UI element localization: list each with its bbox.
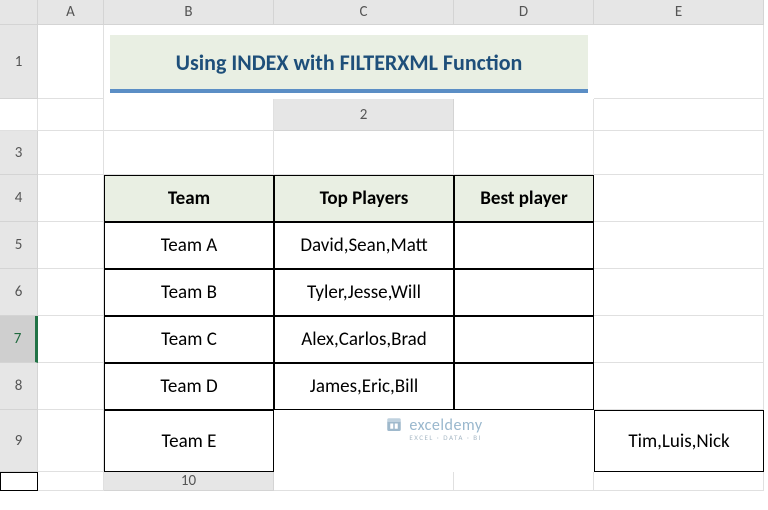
- row-header-3[interactable]: 3: [0, 131, 38, 175]
- cell[interactable]: [38, 363, 104, 410]
- table-row[interactable]: [0, 472, 38, 491]
- page-title: Using INDEX with FILTERXML Function: [176, 49, 523, 76]
- table-row[interactable]: Team A: [104, 222, 274, 269]
- cell[interactable]: [38, 131, 104, 175]
- row-header-4[interactable]: 4: [0, 175, 38, 222]
- cell[interactable]: [38, 99, 104, 131]
- table-row[interactable]: Team D: [104, 363, 274, 410]
- table-row[interactable]: Tim,Luis,Nick: [594, 410, 764, 472]
- col-header-E[interactable]: E: [594, 0, 764, 25]
- cell[interactable]: [104, 99, 274, 131]
- brand-watermark: exceldemy EXCEL · DATA · BI: [274, 410, 594, 472]
- row-header-7[interactable]: 7: [0, 316, 38, 363]
- table-row[interactable]: Team E: [104, 410, 274, 472]
- table-row[interactable]: Team C: [104, 316, 274, 363]
- cell[interactable]: [594, 175, 764, 222]
- col-header-A[interactable]: A: [38, 0, 104, 25]
- table-header-top-players[interactable]: Top Players: [274, 175, 454, 222]
- cell[interactable]: [38, 472, 104, 491]
- brand-icon: [385, 416, 403, 434]
- brand-tag: EXCEL · DATA · BI: [409, 433, 482, 442]
- cell[interactable]: [38, 222, 104, 269]
- table-row[interactable]: James,Eric,Bill: [274, 363, 454, 410]
- cell[interactable]: [38, 410, 104, 472]
- table-row[interactable]: Tyler,Jesse,Will: [274, 269, 454, 316]
- cell[interactable]: [38, 25, 104, 99]
- col-header-B[interactable]: B: [104, 0, 274, 25]
- spreadsheet-grid: A B C D E 1 2 Using INDEX with FILTERXML…: [0, 0, 768, 491]
- cell[interactable]: [454, 131, 594, 175]
- table-header-team[interactable]: Team: [104, 175, 274, 222]
- col-header-C[interactable]: C: [274, 0, 454, 25]
- row-header-2[interactable]: 2: [274, 99, 454, 131]
- cell[interactable]: [594, 222, 764, 269]
- row-header-1[interactable]: 1: [0, 25, 38, 99]
- table-row[interactable]: [454, 316, 594, 363]
- cell[interactable]: [38, 175, 104, 222]
- row-header-9[interactable]: 9: [0, 410, 38, 472]
- row-header-5[interactable]: 5: [0, 222, 38, 269]
- select-all-corner[interactable]: [0, 0, 38, 25]
- cell[interactable]: [594, 363, 764, 410]
- cell[interactable]: [594, 472, 764, 491]
- cell[interactable]: [0, 99, 38, 131]
- cell[interactable]: [454, 99, 594, 131]
- cell[interactable]: [594, 25, 764, 99]
- col-header-D[interactable]: D: [454, 0, 594, 25]
- table-row[interactable]: David,Sean,Matt: [274, 222, 454, 269]
- cell[interactable]: [594, 131, 764, 175]
- cell[interactable]: [594, 316, 764, 363]
- table-row[interactable]: [454, 363, 594, 410]
- cell[interactable]: [594, 269, 764, 316]
- table-row[interactable]: [454, 269, 594, 316]
- cell[interactable]: [274, 472, 454, 491]
- row-header-6[interactable]: 6: [0, 269, 38, 316]
- row-header-8[interactable]: 8: [0, 363, 38, 410]
- cell[interactable]: [594, 99, 764, 131]
- cell[interactable]: [38, 269, 104, 316]
- table-row[interactable]: Alex,Carlos,Brad: [274, 316, 454, 363]
- brand-text: exceldemy EXCEL · DATA · BI: [409, 416, 482, 442]
- table-header-best-player[interactable]: Best player: [454, 175, 594, 222]
- table-row[interactable]: [454, 222, 594, 269]
- title-banner: Using INDEX with FILTERXML Function: [110, 35, 588, 93]
- cell[interactable]: [454, 472, 594, 491]
- cell[interactable]: [274, 131, 454, 175]
- cell[interactable]: [104, 131, 274, 175]
- row-header-10[interactable]: 10: [104, 472, 274, 491]
- cell[interactable]: [38, 316, 104, 363]
- table-row[interactable]: Team B: [104, 269, 274, 316]
